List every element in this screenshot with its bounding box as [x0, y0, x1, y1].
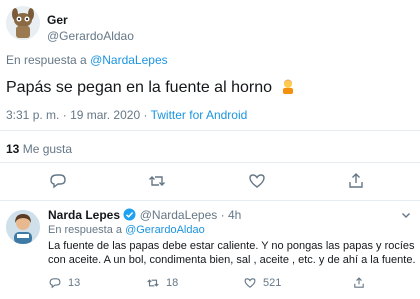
reply-prefix: En respuesta a — [48, 224, 122, 236]
tweet-date[interactable]: 19 mar. 2020 — [70, 108, 140, 122]
reply-icon — [50, 174, 66, 189]
share-button[interactable] — [346, 171, 366, 191]
retweet-button[interactable] — [147, 171, 167, 191]
like-count-button[interactable]: 521 — [243, 276, 281, 290]
like-count: 521 — [263, 277, 282, 289]
share-icon — [349, 173, 363, 188]
chevron-down-icon[interactable] — [400, 208, 412, 220]
reply-context: En respuesta a @GerardoAldao — [48, 224, 205, 236]
meta-separator: · — [220, 208, 225, 222]
user-handle[interactable]: @GerardoAldao — [47, 29, 134, 43]
divider — [0, 162, 420, 163]
reply-context: En respuesta a @NardaLepes — [6, 53, 168, 67]
like-button[interactable] — [247, 171, 267, 191]
divider — [0, 130, 420, 131]
reply-text: La fuente de las papas debe estar calien… — [48, 240, 416, 266]
display-name[interactable]: Ger — [47, 13, 68, 27]
tweet-text-content: Papás se pegan en la fuente al horno — [6, 79, 272, 96]
display-name[interactable]: Narda Lepes — [48, 208, 120, 222]
user-handle[interactable]: @NardaLepes — [140, 208, 218, 222]
reply-prefix: En respuesta a — [6, 53, 87, 67]
coyote-avatar-image — [6, 6, 40, 40]
narda-avatar-image — [6, 210, 40, 244]
like-icon — [244, 278, 256, 288]
tweet-age[interactable]: 4h — [228, 208, 241, 222]
tweet-time[interactable]: 3:31 p. m. — [6, 108, 59, 122]
reply-count: 13 — [68, 277, 81, 289]
reply-to-link[interactable]: @NardaLepes — [90, 53, 168, 67]
like-icon — [249, 174, 265, 188]
retweet-icon — [147, 279, 159, 287]
likes-count: 13 — [6, 142, 20, 156]
retweet-count-button[interactable]: 18 — [146, 276, 178, 290]
reply-icon — [49, 278, 61, 289]
retweet-icon — [149, 176, 165, 186]
tweet-source[interactable]: Twitter for Android — [151, 108, 248, 122]
share-button[interactable] — [352, 276, 366, 290]
tweet-meta: 3:31 p. m. · 19 mar. 2020 · Twitter for … — [6, 108, 247, 122]
share-icon — [354, 277, 364, 288]
meta-separator: · — [143, 108, 148, 122]
tweet-text: Papás se pegan en la fuente al horno — [6, 78, 296, 99]
meta-separator: · — [62, 108, 67, 122]
reply-header: Narda Lepes @NardaLepes · 4h — [48, 208, 241, 224]
reply-count-button[interactable]: 13 — [48, 276, 80, 290]
reply-to-link[interactable]: @GerardoAldao — [125, 224, 205, 236]
likes-summary[interactable]: 13 Me gusta — [6, 142, 72, 156]
verified-icon — [123, 208, 136, 224]
divider — [0, 200, 420, 201]
avatar[interactable] — [6, 6, 40, 40]
reply-button[interactable] — [48, 171, 68, 191]
likes-label: Me gusta — [22, 142, 73, 156]
retweet-count: 18 — [166, 277, 179, 289]
emoji-person-icon — [280, 78, 296, 99]
avatar[interactable] — [6, 210, 40, 244]
